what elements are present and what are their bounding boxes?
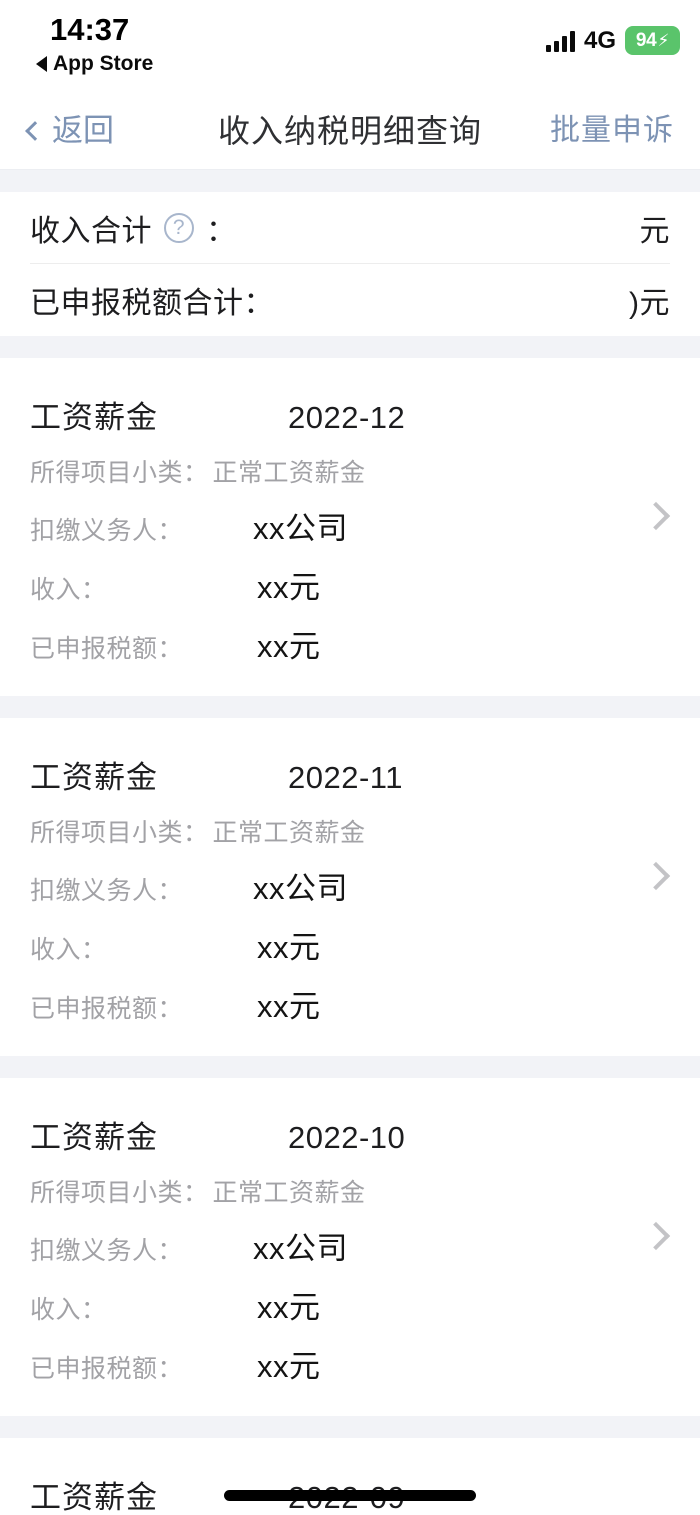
question-circle-icon[interactable]: ? (164, 212, 194, 243)
record-title: 工资薪金 (30, 400, 158, 435)
record-card[interactable]: 工资薪金 2022-12 所得项目小类： 正常工资薪金 扣缴义务人： xx公司 收… (0, 358, 700, 696)
income-total-colon: ： (206, 214, 237, 248)
record-income-label: 收入： (30, 576, 107, 604)
record-declared-tax: 已申报税额： xx元 (30, 1341, 670, 1386)
record-declared-tax-value: xx元 (257, 989, 321, 1024)
record-withholding-agent: 扣缴义务人： xx公司 (30, 1223, 670, 1268)
charging-bolt-icon: ⚡ (657, 30, 670, 50)
battery-level-label: 94 (635, 29, 657, 51)
section-divider (0, 1416, 700, 1438)
status-time: 14:37 (50, 12, 130, 47)
record-income-label: 收入： (30, 936, 107, 964)
income-total-value: 元 (639, 214, 670, 248)
record-subcategory-value: 正常工资薪金 (212, 1179, 366, 1207)
navigation-bar: 返回 收入纳税明细查询 批量申诉 (0, 92, 700, 170)
record-withholding-agent-label: 扣缴义务人： (30, 1237, 184, 1265)
section-divider (0, 336, 700, 358)
record-subcategory: 所得项目小类： 正常工资薪金 (30, 453, 670, 489)
section-divider (0, 696, 700, 718)
record-subcategory: 所得项目小类： 正常工资薪金 (30, 813, 670, 849)
record-declared-tax-label: 已申报税额： (30, 995, 184, 1023)
record-withholding-agent: 扣缴义务人： xx公司 (30, 863, 670, 908)
income-total-label-text: 收入合计 (30, 214, 152, 248)
batch-appeal-button[interactable]: 批量申诉 (550, 114, 674, 148)
record-card[interactable]: 工资薪金 2022-10 所得项目小类： 正常工资薪金 扣缴义务人： xx公司 收… (0, 1078, 700, 1416)
record-subcategory-value: 正常工资薪金 (212, 819, 366, 847)
record-subcategory-label: 所得项目小类： (30, 1179, 209, 1207)
record-title: 工资薪金 (30, 760, 158, 795)
record-declared-tax: 已申报税额： xx元 (30, 621, 670, 666)
section-divider (0, 1056, 700, 1078)
record-subcategory: 所得项目小类： 正常工资薪金 (30, 1173, 670, 1209)
home-indicator-bar (224, 1490, 476, 1501)
record-subcategory-value: 正常工资薪金 (212, 459, 366, 487)
record-withholding-agent-value: xx公司 (253, 871, 348, 906)
status-bar-right: 4G 94 ⚡ (545, 26, 680, 55)
app-screen: 14:37 App Store 4G 94 ⚡ 返回 收入纳税明细查询 批量申诉 … (0, 0, 700, 1515)
declared-tax-total-value: )元 (629, 287, 670, 320)
record-title: 工资薪金 (30, 1480, 158, 1515)
back-app-label: App Store (53, 52, 154, 75)
record-period: 2022-11 (288, 760, 403, 795)
status-bar: 14:37 App Store 4G 94 ⚡ (0, 0, 700, 92)
record-withholding-agent-value: xx公司 (253, 511, 348, 546)
record-card[interactable]: 工资薪金 2022-11 所得项目小类： 正常工资薪金 扣缴义务人： xx公司 收… (0, 718, 700, 1056)
record-withholding-agent-label: 扣缴义务人： (30, 877, 184, 905)
record-declared-tax-value: xx元 (257, 1349, 321, 1384)
record-income-value: xx元 (257, 1290, 321, 1325)
summary-panel: 收入合计 ? ： 元 已申报税额合计： )元 (0, 192, 700, 336)
declared-tax-total-row: 已申报税额合计： )元 (30, 264, 670, 336)
record-header: 工资薪金 2022-10 (30, 1112, 670, 1157)
record-income-label: 收入： (30, 1296, 107, 1324)
section-divider (0, 170, 700, 192)
record-header: 工资薪金 2022-11 (30, 752, 670, 797)
triangle-left-icon (36, 56, 47, 72)
record-declared-tax-value: xx元 (257, 629, 321, 664)
record-income-value: xx元 (257, 930, 321, 965)
record-withholding-agent-value: xx公司 (253, 1231, 348, 1266)
record-header: 工资薪金 2022-12 (30, 392, 670, 437)
record-income: 收入： xx元 (30, 1282, 670, 1327)
record-card[interactable]: 工资薪金 2022-09 (0, 1438, 700, 1515)
income-total-row: 收入合计 ? ： 元 (30, 192, 670, 264)
record-period: 2022-10 (288, 1120, 406, 1155)
record-declared-tax: 已申报税额： xx元 (30, 981, 670, 1026)
record-subcategory-label: 所得项目小类： (30, 819, 209, 847)
record-income: 收入： xx元 (30, 922, 670, 967)
record-title: 工资薪金 (30, 1120, 158, 1155)
record-subcategory-label: 所得项目小类： (30, 459, 209, 487)
record-withholding-agent: 扣缴义务人： xx公司 (30, 503, 670, 548)
declared-tax-total-label: 已申报税额合计： (30, 287, 274, 320)
record-declared-tax-label: 已申报税额： (30, 1355, 184, 1383)
battery-indicator: 94 ⚡ (625, 26, 680, 55)
income-total-label: 收入合计 ? ： (30, 206, 237, 250)
record-income-value: xx元 (257, 570, 321, 605)
network-type-label: 4G (583, 26, 616, 54)
record-period: 2022-12 (288, 400, 406, 435)
record-income: 收入： xx元 (30, 562, 670, 607)
status-bar-left: 14:37 App Store (36, 12, 153, 77)
signal-bars-icon (545, 30, 575, 52)
return-to-app-store-button[interactable]: App Store (36, 51, 153, 77)
record-withholding-agent-label: 扣缴义务人： (30, 517, 184, 545)
record-declared-tax-label: 已申报税额： (30, 635, 184, 663)
